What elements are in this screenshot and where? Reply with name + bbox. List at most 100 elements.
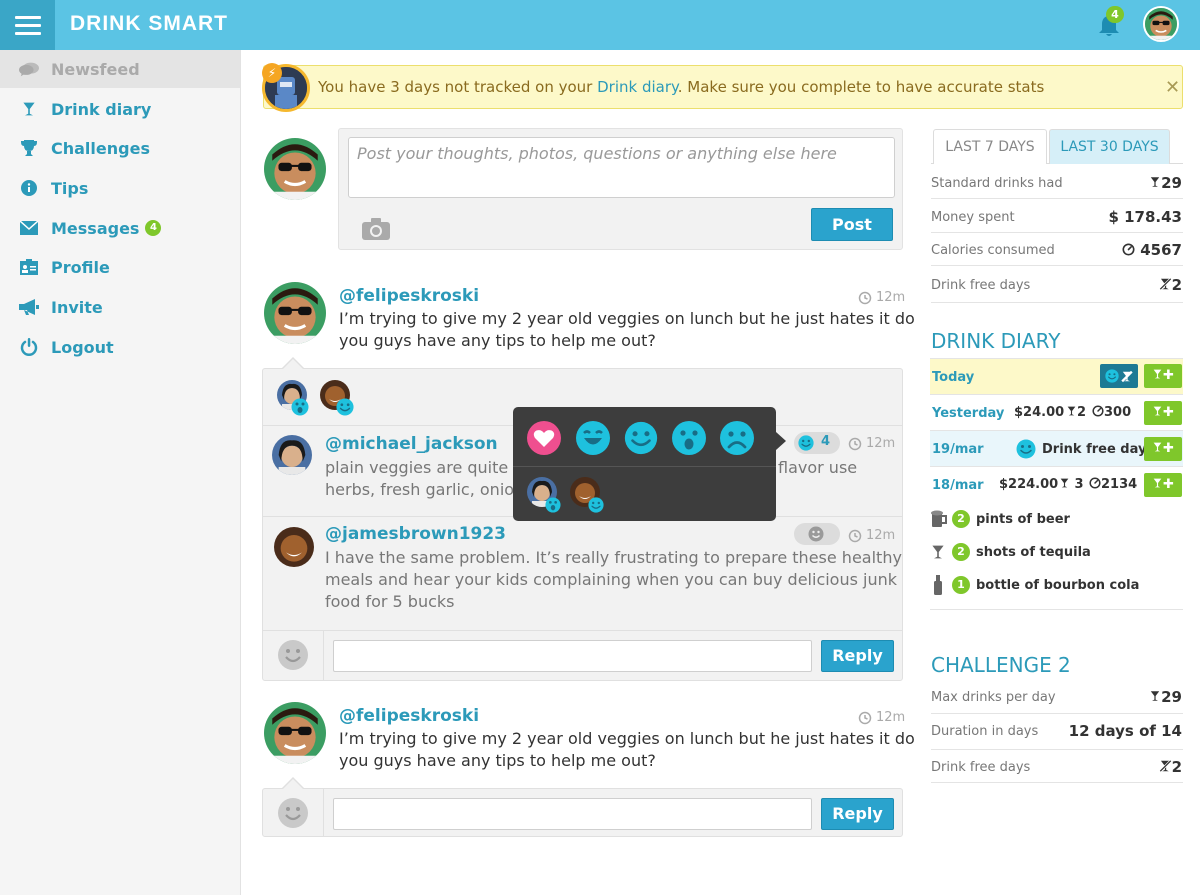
glass-icon (1152, 405, 1163, 417)
comments-arrow-fill (283, 359, 303, 369)
post-time-text: 12m (876, 290, 906, 305)
tab-last-30-days[interactable]: LAST 30 DAYS (1049, 129, 1170, 164)
post-line: you guys have any tips to help me out? (339, 751, 656, 770)
sidebar-item-label: Profile (51, 257, 110, 277)
sad-reaction-icon[interactable] (720, 421, 754, 455)
reaction-count-pill[interactable]: 4 (794, 432, 840, 454)
post-line: I’m trying to give my 2 year old veggies… (339, 729, 915, 748)
smile-reaction-icon (588, 497, 604, 513)
drink-count: 2 (952, 543, 970, 561)
smile-reaction-icon[interactable] (624, 421, 658, 455)
drink-diary-title: DRINK DIARY (931, 329, 1061, 353)
sidebar-item-label: Tips (51, 178, 89, 198)
diary-date: Today (932, 370, 975, 385)
add-drink-button[interactable]: ✚ (1144, 364, 1182, 388)
drink-free-icon (1159, 759, 1172, 773)
divider (262, 630, 903, 631)
drink-item: 2 pints of beer (930, 507, 1070, 531)
comment-username[interactable]: @michael_jackson (325, 434, 498, 454)
clock-icon (848, 529, 862, 543)
reaction-count: 4 (821, 434, 831, 449)
sidebar-item-profile[interactable]: Profile (0, 248, 240, 286)
sidebar-item-label: Newsfeed (51, 59, 140, 79)
reply-button[interactable]: Reply (821, 640, 894, 672)
diary-drinks: 2 (1066, 405, 1086, 420)
drink-free-icon (1121, 370, 1133, 383)
sidebar-item-challenges[interactable]: Challenges (0, 129, 240, 167)
stat-label: Money spent (931, 210, 1015, 225)
divider (930, 609, 1183, 610)
glass-icon (19, 99, 39, 119)
diary-note-text: Drink free day (1042, 441, 1147, 457)
glass-icon (1149, 175, 1161, 189)
emoji-picker-icon[interactable] (278, 640, 308, 670)
challenge-row: Duration in days 12 days of 14 (931, 714, 1183, 750)
sidebar-item-logout[interactable]: Logout (0, 328, 240, 366)
clock-icon (858, 291, 872, 305)
diary-money: $224.00 (999, 477, 1059, 492)
clock-icon (848, 437, 862, 451)
diary-row-expanded[interactable]: 18/mar $224.00 3 2134 ✚ (930, 467, 1183, 503)
comment-time: 12m (848, 528, 895, 543)
diary-drinks-count: 3 (1074, 477, 1084, 492)
reply-button[interactable]: Reply (821, 798, 894, 830)
glass-icon (1149, 689, 1161, 703)
drink-free-icon (1159, 277, 1172, 291)
diary-row[interactable]: Yesterday $24.00 2 300 ✚ (930, 395, 1183, 431)
post-body: I’m trying to give my 2 year old veggies… (339, 308, 915, 352)
comment-body: plain veggies are quite ha herbs, fresh … (325, 457, 533, 501)
sidebar-item-messages[interactable]: Messages 4 (0, 209, 240, 247)
post-username[interactable]: @felipeskroski (339, 706, 479, 726)
post-line: I’m trying to give my 2 year old veggies… (339, 309, 915, 328)
comment-line: food for 5 bucks (325, 592, 455, 611)
alert-message: You have 3 days not tracked on your Drin… (318, 78, 1044, 96)
close-icon[interactable]: ✕ (1165, 77, 1180, 98)
hamburger-menu-icon[interactable] (0, 0, 55, 50)
diary-row[interactable]: 19/mar Drink free day ✚ (930, 431, 1183, 467)
heart-reaction-icon[interactable] (527, 421, 561, 455)
sidebar-item-label: Invite (51, 297, 103, 317)
stat-label: Calories consumed (931, 243, 1055, 258)
reply-input[interactable] (333, 640, 812, 672)
sidebar-item-label: Messages (51, 218, 140, 238)
user-avatar[interactable] (1143, 6, 1179, 42)
glass-icon (1152, 477, 1163, 489)
sidebar-item-invite[interactable]: Invite (0, 288, 240, 326)
comment-time-text: 12m (866, 528, 896, 543)
notification-badge: 4 (1106, 6, 1124, 23)
stat-label: Max drinks per day (931, 690, 1056, 705)
sidebar-item-newsfeed[interactable]: Newsfeed (0, 50, 240, 88)
camera-icon[interactable] (362, 218, 390, 240)
mood-drinkfree-toggle[interactable] (1100, 364, 1138, 388)
add-drink-button[interactable]: ✚ (1144, 473, 1182, 497)
trophy-icon (19, 138, 39, 158)
comment-line: plain veggies are quite ha (325, 458, 534, 477)
wow-reaction-icon[interactable] (672, 421, 706, 455)
post-avatar (264, 282, 326, 344)
diary-row-today[interactable]: Today ✚ (930, 359, 1183, 395)
emoji-picker-icon[interactable] (278, 798, 308, 828)
drink-item: 1 bottle of bourbon cola (930, 573, 1139, 597)
post-input[interactable]: Post your thoughts, photos, questions or… (348, 137, 895, 198)
comment-avatar (274, 527, 314, 567)
top-bar: DRINK SMART 4 (0, 0, 1200, 50)
tab-last-7-days[interactable]: LAST 7 DAYS (933, 129, 1047, 164)
alert-text-end: . Make sure you complete to have accurat… (677, 78, 1045, 96)
add-drink-button[interactable]: ✚ (1144, 401, 1182, 425)
untracked-days-alert: ⚡ You have 3 days not tracked on your Dr… (262, 63, 1183, 112)
laugh-reaction-icon[interactable] (576, 421, 610, 455)
add-reaction-button[interactable] (794, 523, 840, 545)
sidebar-item-drink-diary[interactable]: Drink diary (0, 90, 240, 128)
add-drink-button[interactable]: ✚ (1144, 437, 1182, 461)
challenge-row: Max drinks per day 29 (931, 680, 1183, 714)
comment-line-end: flavor use (778, 458, 858, 477)
app-title: DRINK SMART (70, 12, 228, 35)
drink-diary-link[interactable]: Drink diary (597, 78, 678, 96)
diary-calories: 300 (1092, 405, 1131, 420)
post-username[interactable]: @felipeskroski (339, 286, 479, 306)
reply-input[interactable] (333, 798, 812, 830)
sidebar-item-tips[interactable]: Tips (0, 169, 240, 207)
comment-username[interactable]: @jamesbrown1923 (325, 524, 506, 544)
stat-value-text: 29 (1161, 174, 1182, 192)
post-button[interactable]: Post (811, 208, 893, 241)
